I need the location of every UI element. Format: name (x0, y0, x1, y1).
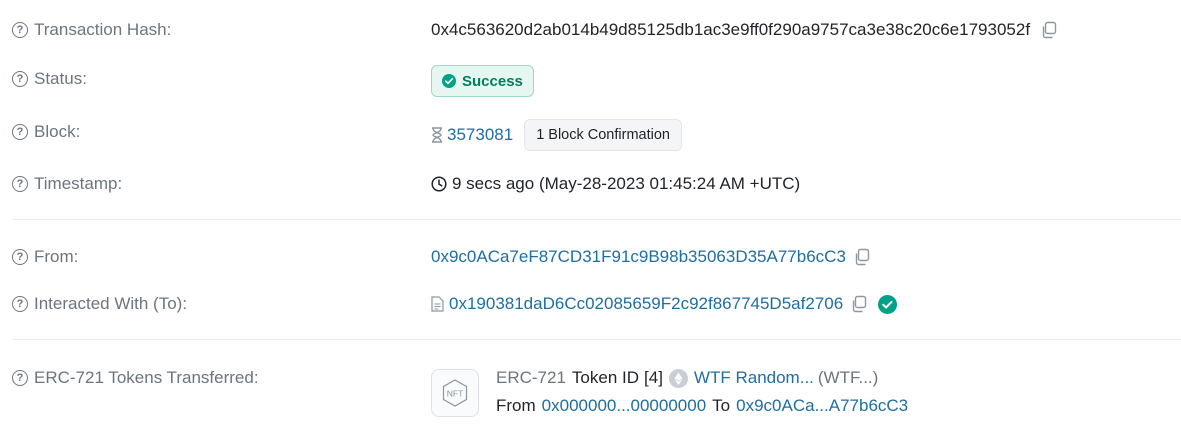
nft-icon: NFT (442, 379, 468, 407)
label-wrap: ? Interacted With (To): (12, 294, 187, 314)
value-wrap: 0x4c563620d2ab014b49d85125db1ac3e9ff0f29… (431, 20, 1058, 40)
row-status: ? Status: Success (12, 64, 1181, 100)
check-circle-icon (442, 74, 456, 88)
block-label: Block: (34, 122, 81, 141)
timestamp-value: 9 secs ago (May-28-2023 01:45:24 AM +UTC… (452, 174, 801, 193)
status-value: Success (462, 72, 523, 90)
question-icon[interactable]: ? (12, 22, 28, 38)
status-badge: Success (431, 65, 534, 97)
row-timestamp: ? Timestamp: 9 secs ago (May-28-2023 01:… (12, 172, 1181, 198)
transfer-to-address[interactable]: 0x9c0ACa...A77b6cC3 (736, 396, 908, 416)
question-icon[interactable]: ? (12, 249, 28, 265)
label-wrap: ? From: (12, 247, 78, 267)
value-wrap: Success (431, 65, 534, 97)
to-label: Interacted With (To): (34, 294, 188, 313)
from-label: From: (34, 247, 79, 266)
row-transaction-hash: ? Transaction Hash: 0x4c563620d2ab014b49… (12, 18, 1181, 44)
question-icon[interactable]: ? (12, 71, 28, 87)
row-erc721-transfers: ? ERC-721 Tokens Transferred: NFT ERC-72… (12, 366, 1181, 422)
transfer-from-address[interactable]: 0x000000...00000000 (542, 396, 707, 416)
row-from: ? From: 0x9c0ACa7eF87CD31F91c9B98b35063D… (12, 245, 1181, 271)
value-wrap: 0x9c0ACa7eF87CD31F91c9B98b35063D35A77b6c… (431, 247, 871, 267)
erc721-label: ERC-721 Tokens Transferred: (34, 368, 259, 387)
copy-icon[interactable] (853, 248, 871, 266)
token-line: ERC-721 Token ID [4] WTF Random... (WTF.… (496, 368, 878, 388)
token-id-value: [4] (644, 368, 663, 387)
clock-icon (431, 176, 447, 192)
transfer-line: From 0x000000...00000000 To 0x9c0ACa...A… (496, 396, 908, 416)
hourglass-icon (431, 127, 443, 143)
divider (12, 219, 1181, 220)
transaction-hash-label: Transaction Hash: (34, 20, 172, 39)
row-interacted-with: ? Interacted With (To): 0x190381daD6Cc02… (12, 292, 1181, 318)
token-symbol: (WTF...) (817, 368, 879, 387)
value-wrap: 3573081 1 Block Confirmation (431, 119, 682, 151)
verified-check-icon (878, 294, 898, 314)
label-wrap: ? Status: (12, 69, 87, 89)
token-standard: ERC-721 (496, 368, 566, 387)
value-wrap: 9 secs ago (May-28-2023 01:45:24 AM +UTC… (431, 174, 800, 194)
nft-thumbnail[interactable]: NFT (431, 369, 479, 417)
to-address-link[interactable]: 0x190381daD6Cc02085659F2c92f867745D5af27… (449, 294, 843, 314)
row-block: ? Block: 3573081 1 Block Confirmation (12, 118, 1181, 154)
question-icon[interactable]: ? (12, 176, 28, 192)
from-address-link[interactable]: 0x9c0ACa7eF87CD31F91c9B98b35063D35A77b6c… (431, 247, 846, 267)
question-icon[interactable]: ? (12, 370, 28, 386)
question-icon[interactable]: ? (12, 296, 28, 312)
block-number-link[interactable]: 3573081 (447, 125, 513, 145)
label-wrap: ? Block: (12, 122, 80, 142)
status-label: Status: (34, 69, 87, 88)
contract-document-icon (431, 296, 444, 312)
token-id-label: Token ID (571, 368, 640, 387)
timestamp-label: Timestamp: (34, 174, 123, 193)
transfer-to-label: To (712, 396, 731, 415)
copy-icon[interactable] (850, 295, 868, 313)
block-confirmation-badge: 1 Block Confirmation (524, 119, 682, 151)
svg-text:NFT: NFT (447, 389, 464, 399)
value-wrap: 0x190381daD6Cc02085659F2c92f867745D5af27… (431, 294, 898, 314)
label-wrap: ? Transaction Hash: (12, 20, 171, 40)
token-name-link[interactable]: WTF Random... (694, 368, 814, 388)
copy-icon[interactable] (1040, 21, 1058, 39)
transaction-hash-value[interactable]: 0x4c563620d2ab014b49d85125db1ac3e9ff0f29… (431, 20, 1030, 40)
divider (12, 339, 1181, 340)
label-wrap: ? ERC-721 Tokens Transferred: (12, 368, 259, 388)
token-logo-icon (668, 368, 688, 388)
transfer-from-label: From (496, 396, 536, 415)
question-icon[interactable]: ? (12, 124, 28, 140)
label-wrap: ? Timestamp: (12, 174, 122, 194)
